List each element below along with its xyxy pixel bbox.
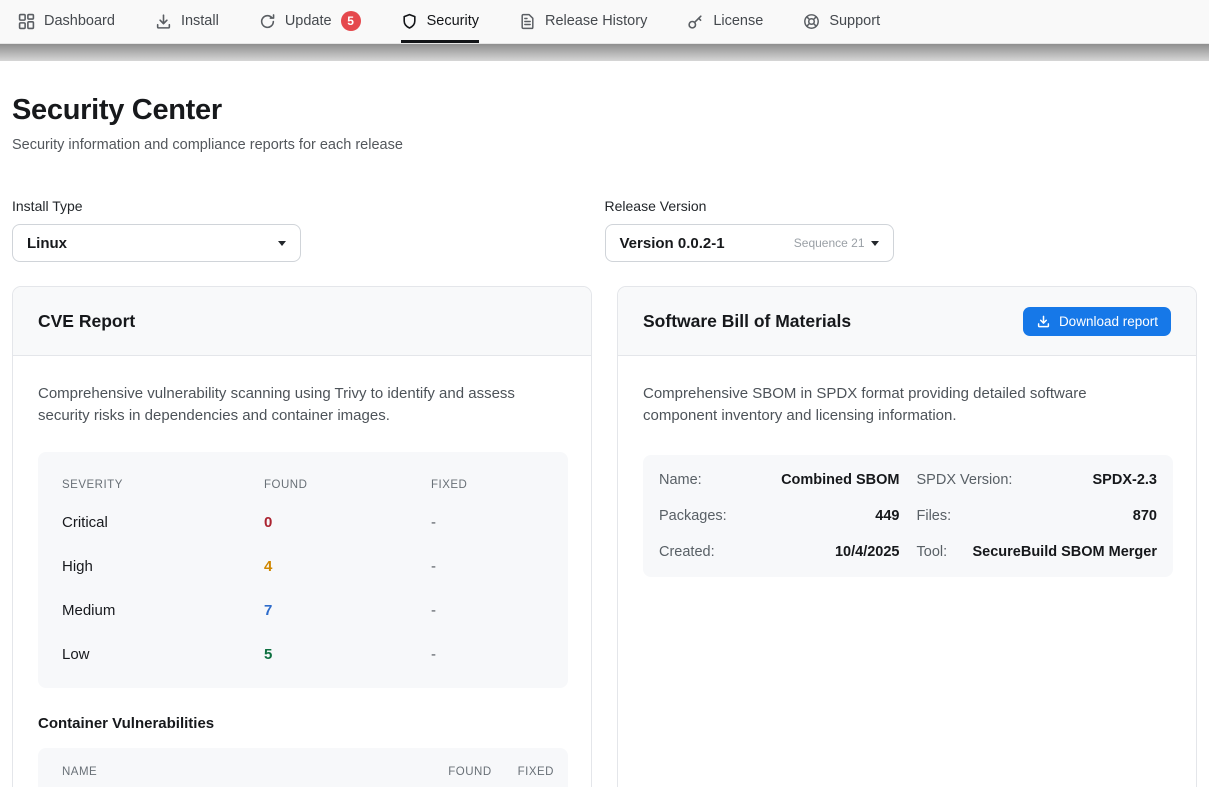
severity-label: Critical (62, 514, 264, 531)
sbom-detail-name: Name: Combined SBOM (659, 462, 900, 498)
found-count: 5 (264, 646, 431, 663)
severity-table: SEVERITY FOUND FIXED Critical 0 - High 4… (38, 452, 568, 688)
column-header-fixed: FIXED (431, 479, 544, 491)
column-header-severity: SEVERITY (62, 479, 264, 491)
top-nav: Dashboard Install Update 5 Security (0, 0, 1209, 44)
sbom-card: Software Bill of Materials Download repo… (617, 286, 1197, 787)
sbom-detail-created: Created: 10/4/2025 (659, 534, 900, 570)
fixed-count: - (431, 558, 544, 575)
found-count: 0 (264, 514, 431, 531)
sbom-details-table: Name: Combined SBOM SPDX Version: SPDX-2… (643, 455, 1173, 577)
nav-label: Install (181, 13, 219, 29)
table-row-critical: Critical 0 - (38, 500, 568, 544)
nav-tab-release-history[interactable]: Release History (519, 0, 647, 43)
release-version-label: Release Version (605, 198, 1198, 214)
download-icon (1036, 314, 1051, 329)
life-buoy-icon (803, 13, 820, 30)
severity-label: Medium (62, 602, 264, 619)
nav-label: Dashboard (44, 13, 115, 29)
document-icon (519, 13, 536, 30)
download-report-button[interactable]: Download report (1023, 307, 1171, 336)
refresh-icon (259, 13, 276, 30)
found-count: 4 (264, 558, 431, 575)
nav-tab-update[interactable]: Update 5 (259, 0, 361, 43)
cve-report-description: Comprehensive vulnerability scanning usi… (38, 383, 560, 426)
table-row-medium: Medium 7 - (38, 588, 568, 632)
dashboard-grid-icon (18, 13, 35, 30)
sbom-detail-tool: Tool: SecureBuild SBOM Merger (917, 534, 1158, 570)
download-report-label: Download report (1059, 314, 1158, 329)
sbom-detail-packages: Packages: 449 (659, 498, 900, 534)
chevron-down-icon (871, 241, 879, 246)
fixed-count: - (431, 514, 544, 531)
nav-tab-support[interactable]: Support (803, 0, 880, 43)
container-vulnerabilities-table-header: NAME FOUND FIXED (38, 748, 568, 787)
container-vulnerabilities-title: Container Vulnerabilities (38, 715, 566, 732)
nav-label: Release History (545, 13, 647, 29)
shield-icon (401, 13, 418, 30)
nav-tab-license[interactable]: License (687, 0, 763, 43)
install-type-label: Install Type (12, 198, 605, 214)
sbom-title: Software Bill of Materials (643, 311, 851, 332)
release-version-select[interactable]: Version 0.0.2-1 Sequence 21 (605, 224, 894, 262)
column-header-fixed: FIXED (518, 766, 554, 778)
sbom-detail-files: Files: 870 (917, 498, 1158, 534)
severity-label: Low (62, 646, 264, 663)
filters-row: Install Type Linux Release Version Versi… (12, 198, 1197, 262)
nav-label: License (713, 13, 763, 29)
column-header-found: FOUND (264, 479, 431, 491)
nav-label: Support (829, 13, 880, 29)
page-title: Security Center (12, 94, 1197, 127)
cve-report-header: CVE Report (13, 287, 591, 356)
sequence-badge: Sequence 21 (794, 236, 865, 250)
sbom-header: Software Bill of Materials Download repo… (618, 287, 1196, 356)
nav-label: Security (427, 13, 479, 29)
install-type-value: Linux (27, 235, 67, 252)
download-icon (155, 13, 172, 30)
cve-report-card: CVE Report Comprehensive vulnerability s… (12, 286, 592, 787)
table-row-high: High 4 - (38, 544, 568, 588)
cve-report-title: CVE Report (38, 311, 135, 332)
fixed-count: - (431, 602, 544, 619)
install-type-select[interactable]: Linux (12, 224, 301, 262)
nav-label: Update (285, 13, 332, 29)
column-header-found: FOUND (448, 766, 491, 778)
severity-table-header: SEVERITY FOUND FIXED (38, 470, 568, 500)
key-icon (687, 13, 704, 30)
release-version-value: Version 0.0.2-1 (620, 235, 725, 252)
found-count: 7 (264, 602, 431, 619)
main-content: Security Center Security information and… (0, 94, 1209, 787)
severity-label: High (62, 558, 264, 575)
scroll-shadow-band (0, 44, 1209, 61)
nav-tab-install[interactable]: Install (155, 0, 219, 43)
sbom-detail-spdx-version: SPDX Version: SPDX-2.3 (917, 462, 1158, 498)
nav-tab-security[interactable]: Security (401, 0, 479, 43)
column-header-name: NAME (62, 766, 97, 778)
update-count-badge: 5 (341, 11, 361, 31)
sbom-description: Comprehensive SBOM in SPDX format provid… (643, 383, 1155, 426)
table-row-low: Low 5 - (38, 632, 568, 676)
nav-tab-dashboard[interactable]: Dashboard (18, 0, 115, 43)
fixed-count: - (431, 646, 544, 663)
page-subtitle: Security information and compliance repo… (12, 137, 1197, 153)
chevron-down-icon (278, 241, 286, 246)
